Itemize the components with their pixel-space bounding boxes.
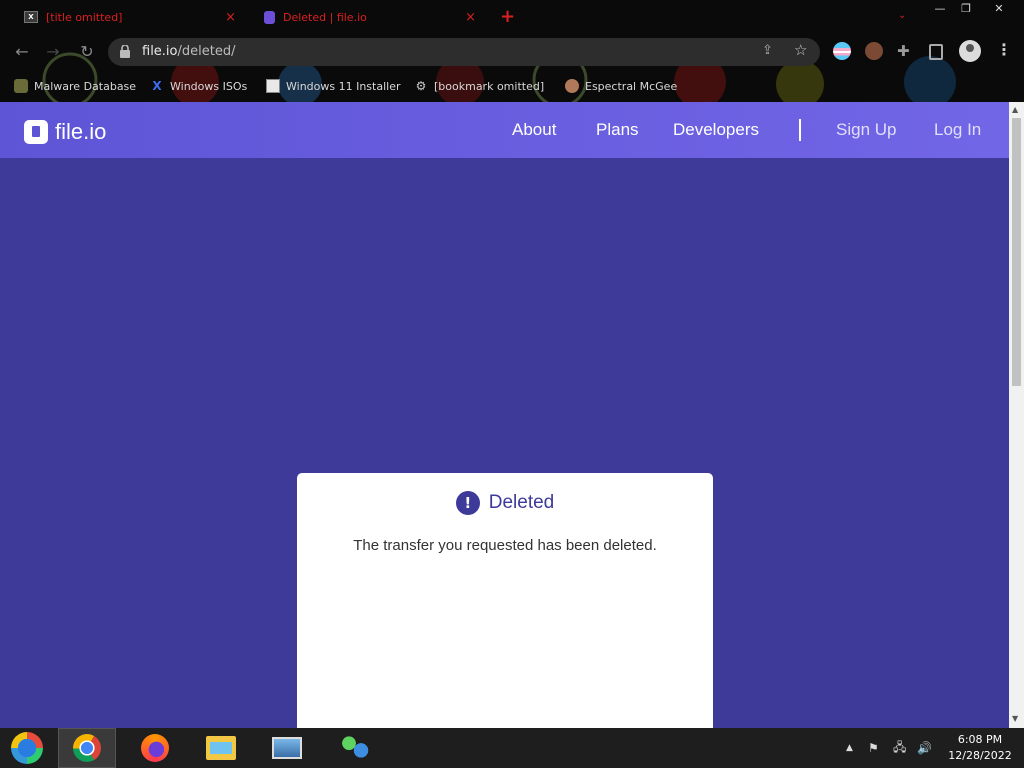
share-icon[interactable]: ⇪: [762, 43, 773, 58]
lock-icon: [120, 45, 130, 58]
browser-menu-icon[interactable]: ⋮: [996, 40, 1012, 59]
network-icon[interactable]: 🖧: [893, 728, 906, 768]
windows-isos-icon: X: [152, 79, 162, 93]
tab-favicon: X: [24, 11, 38, 23]
clock-time: 6:08 PM: [957, 733, 1003, 746]
bookmark-label: Windows 11 Installer: [286, 79, 401, 93]
taskbar-firefox[interactable]: [126, 728, 184, 768]
site-logo[interactable]: file.io: [24, 119, 106, 145]
site-icon: ⚙: [415, 79, 427, 93]
extension-avatar-icon[interactable]: [865, 42, 883, 60]
windows-taskbar: ▲ ⚑ 🖧 🔊 6:08 PM 12/28/2022: [0, 728, 1024, 768]
page-scrollbar[interactable]: ▲ ▼: [1009, 102, 1024, 728]
bookmark-label: [bookmark omitted]: [434, 79, 545, 93]
card-title: Deleted: [488, 492, 555, 513]
extensions-puzzle-icon[interactable]: ✚: [897, 42, 915, 60]
address-bar[interactable]: file.io/deleted/ ⇪ ☆: [108, 38, 820, 66]
file-explorer-icon: [206, 736, 236, 760]
deleted-card: ! Deleted The transfer you requested has…: [297, 473, 713, 728]
exclamation-icon: !: [455, 491, 480, 515]
url-text[interactable]: file.io/deleted/: [142, 44, 235, 59]
bookmark-label: Windows ISOs: [170, 79, 248, 93]
card-message: The transfer you requested has been dele…: [353, 537, 657, 554]
network-people-icon: [340, 736, 370, 760]
forward-arrow-icon[interactable]: →: [42, 42, 64, 62]
site-navbar: file.io About Plans Developers Sign Up L…: [0, 102, 1009, 158]
minimize-button[interactable]: —: [926, 0, 954, 18]
taskbar-photo-viewer[interactable]: [258, 728, 316, 768]
action-center-flag-icon[interactable]: ⚑: [868, 728, 879, 768]
windows-start-icon: [11, 732, 43, 764]
chrome-icon: [73, 734, 101, 762]
bookmark-windows-11-installer[interactable]: Windows 11 Installer: [266, 77, 401, 95]
bookmark-espectral-mcgee[interactable]: Espectral McGee: [565, 77, 677, 95]
volume-icon[interactable]: 🔊: [917, 728, 932, 768]
tab-other[interactable]: X [title omitted] ×: [14, 2, 246, 32]
tray-expand-icon[interactable]: ▲: [846, 728, 853, 768]
close-window-button[interactable]: ✕: [980, 0, 1018, 18]
nav-plans-link[interactable]: Plans: [596, 120, 639, 140]
reload-icon[interactable]: ↻: [76, 42, 98, 62]
restore-button[interactable]: ❐: [952, 0, 980, 18]
nav-about-link[interactable]: About: [512, 120, 556, 140]
bookmark-label: Malware Database: [34, 79, 137, 93]
tab-title: [title omitted]: [46, 10, 123, 24]
fileio-logo-icon: [24, 120, 48, 144]
back-arrow-icon[interactable]: ←: [11, 42, 33, 62]
malware-db-icon: [14, 79, 28, 93]
bookmark-4[interactable]: ⚙ [bookmark omitted]: [414, 77, 545, 95]
nav-divider: [799, 119, 801, 141]
card-header: ! Deleted: [297, 491, 713, 515]
firefox-icon: [141, 734, 169, 762]
nav-sign-up-link[interactable]: Sign Up: [836, 120, 896, 140]
url-path: /deleted/: [177, 44, 236, 59]
profile-avatar-icon[interactable]: [959, 40, 981, 62]
browser-chrome: X [title omitted] × Deleted | file.io × …: [0, 0, 1024, 102]
taskbar-explorer[interactable]: [192, 728, 250, 768]
fileio-favicon: [264, 10, 275, 24]
side-panel-icon[interactable]: [929, 44, 943, 60]
bookmark-star-icon[interactable]: ☆: [794, 41, 807, 59]
nav-developers-link[interactable]: Developers: [673, 120, 759, 140]
extension-flag-icon[interactable]: [833, 42, 851, 60]
scroll-down-arrow-icon[interactable]: ▼: [1012, 714, 1018, 723]
taskbar-chrome[interactable]: [58, 728, 116, 768]
espectral-icon: [565, 79, 579, 93]
bookmark-malware-database[interactable]: Malware Database: [14, 77, 136, 95]
taskbar-network-app[interactable]: [326, 728, 384, 768]
clock-date: 12/28/2022: [948, 749, 1012, 762]
bookmarks-bar: Malware Database X Windows ISOs Windows …: [0, 70, 1024, 102]
installer-icon: [266, 79, 280, 93]
scrollbar-thumb[interactable]: [1012, 118, 1021, 386]
new-tab-button[interactable]: +: [500, 6, 515, 27]
tab-close-icon[interactable]: ×: [225, 10, 236, 25]
system-clock[interactable]: 6:08 PM 12/28/2022: [942, 732, 1018, 764]
url-host: file.io: [142, 44, 178, 59]
tab-close-icon[interactable]: ×: [465, 10, 476, 25]
bookmark-label: Espectral McGee: [585, 79, 678, 93]
page-viewport: file.io About Plans Developers Sign Up L…: [0, 102, 1009, 728]
logo-text: file.io: [55, 119, 107, 144]
tab-fileio[interactable]: Deleted | file.io ×: [254, 2, 486, 32]
start-button[interactable]: [0, 728, 54, 768]
bookmark-windows-isos[interactable]: X Windows ISOs: [150, 77, 247, 95]
photo-viewer-icon: [272, 737, 302, 759]
tab-search-icon[interactable]: ⌄: [898, 10, 906, 21]
nav-log-in-link[interactable]: Log In: [934, 120, 981, 140]
scroll-up-arrow-icon[interactable]: ▲: [1012, 105, 1018, 114]
tab-title: Deleted | file.io: [283, 10, 367, 24]
tab-strip: X [title omitted] × Deleted | file.io × …: [0, 0, 1024, 34]
